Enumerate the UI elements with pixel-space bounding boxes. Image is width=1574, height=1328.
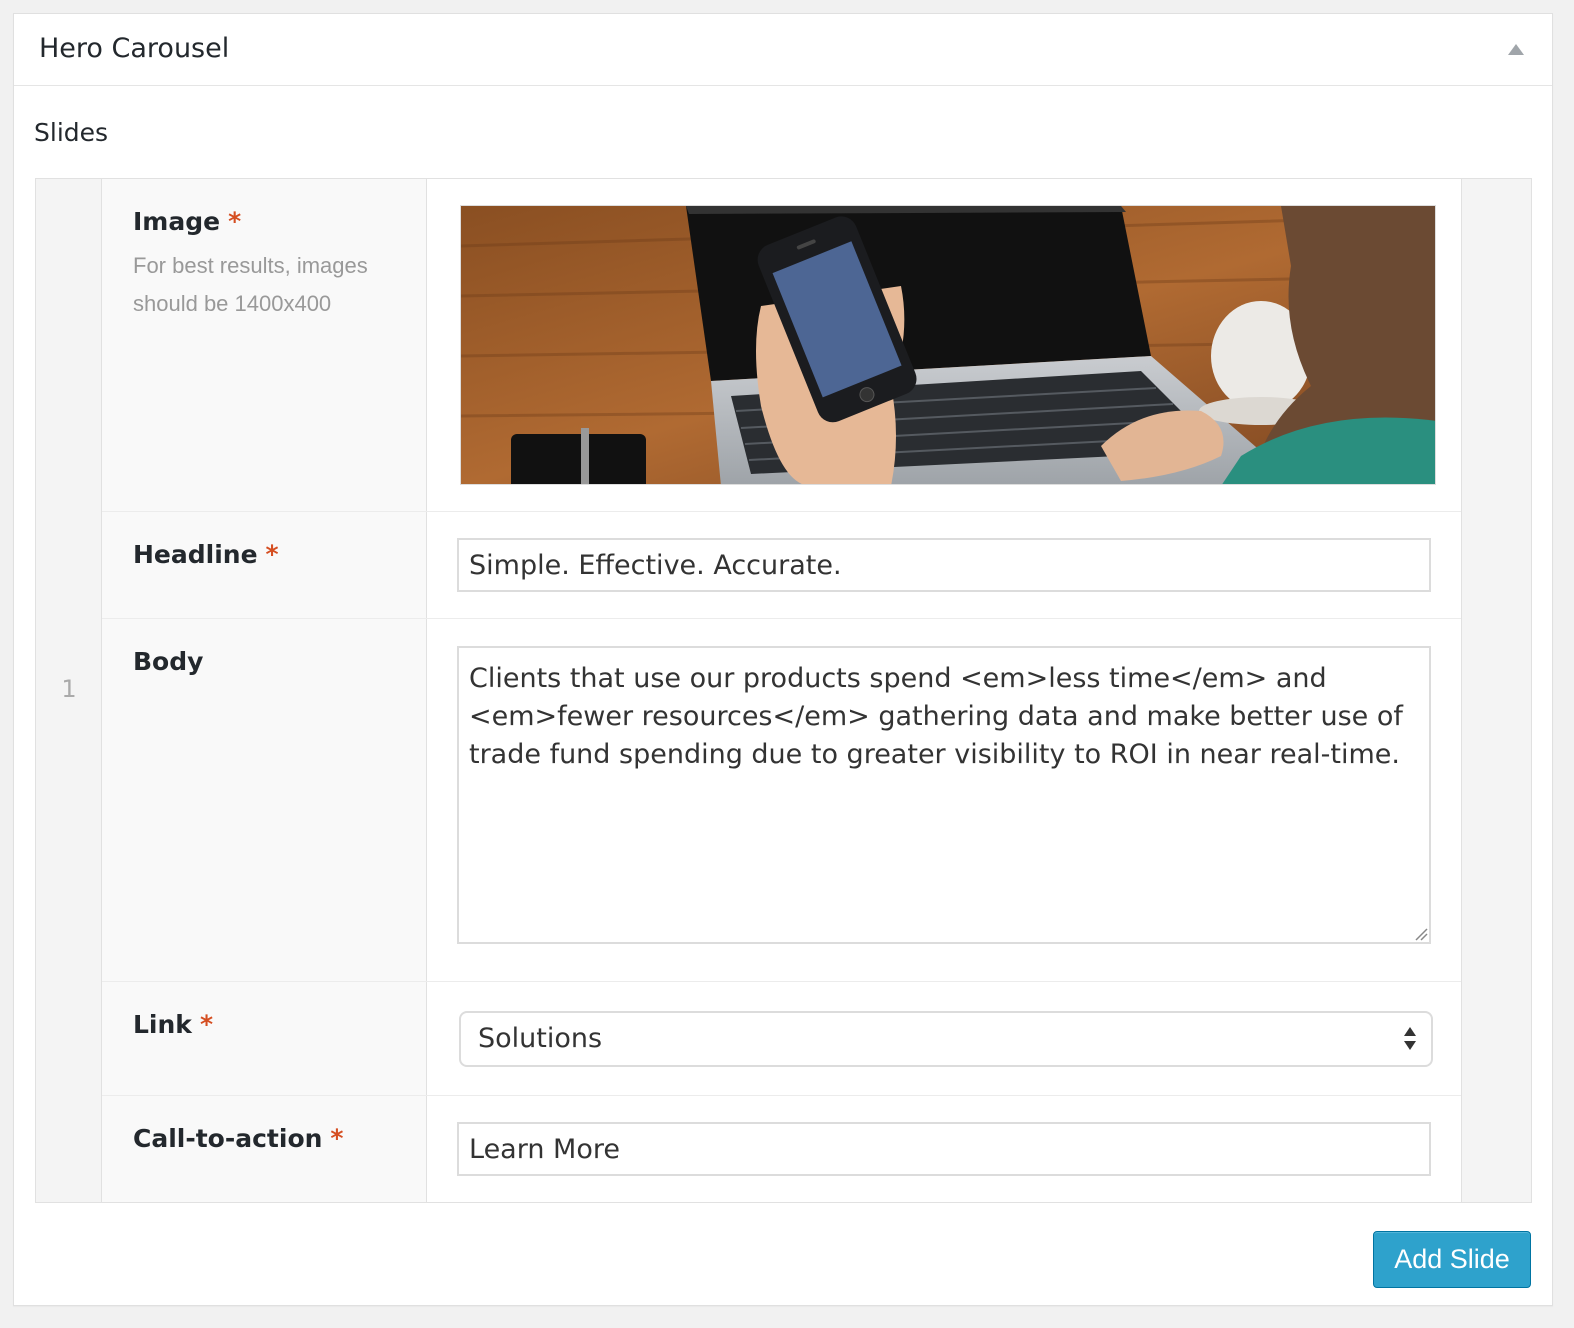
- link-label: Link *: [133, 1010, 214, 1039]
- headline-input[interactable]: [457, 538, 1431, 592]
- hero-carousel-panel: Hero Carousel Slides 1 Image * For best r…: [13, 13, 1553, 1306]
- headline-label: Headline *: [133, 540, 279, 569]
- select-updown-icon: [1404, 1027, 1416, 1050]
- add-slide-button[interactable]: Add Slide: [1373, 1231, 1531, 1288]
- link-select[interactable]: Solutions: [459, 1011, 1433, 1067]
- required-marker: *: [199, 1010, 214, 1039]
- hero-image-preview[interactable]: [460, 205, 1436, 485]
- panel-title: Hero Carousel: [39, 33, 230, 64]
- required-marker: *: [265, 540, 279, 569]
- slide-row: 1 Image * For best results, images should…: [35, 178, 1532, 1203]
- slides-label: Slides: [34, 118, 109, 147]
- collapse-arrow-icon[interactable]: [1508, 44, 1524, 55]
- slide-order-number: 1: [61, 675, 77, 703]
- panel-header[interactable]: Hero Carousel: [14, 14, 1552, 86]
- slide-actions-column[interactable]: [1461, 179, 1531, 1202]
- field-row-link: Link * Solutions: [102, 982, 1462, 1096]
- field-row-cta: Call-to-action *: [102, 1096, 1462, 1202]
- slide-fields: Image * For best results, images should b…: [102, 179, 1462, 1202]
- required-marker: *: [228, 207, 242, 236]
- body-textarea[interactable]: Clients that use our products spend <em>…: [457, 646, 1431, 944]
- field-row-image: Image * For best results, images should b…: [102, 179, 1462, 512]
- laptop-phone-photo: [461, 206, 1435, 484]
- cta-input[interactable]: [457, 1122, 1431, 1176]
- link-select-value: Solutions: [478, 1023, 603, 1054]
- required-marker: *: [330, 1124, 344, 1153]
- field-row-headline: Headline *: [102, 512, 1462, 619]
- slide-order-handle[interactable]: 1: [36, 179, 102, 1202]
- field-row-body: Body Clients that use our products spend…: [102, 619, 1462, 982]
- image-label: Image *: [133, 207, 242, 236]
- cta-label: Call-to-action *: [133, 1124, 344, 1153]
- body-label: Body: [133, 647, 204, 676]
- image-description: For best results, images should be 1400x…: [133, 253, 368, 316]
